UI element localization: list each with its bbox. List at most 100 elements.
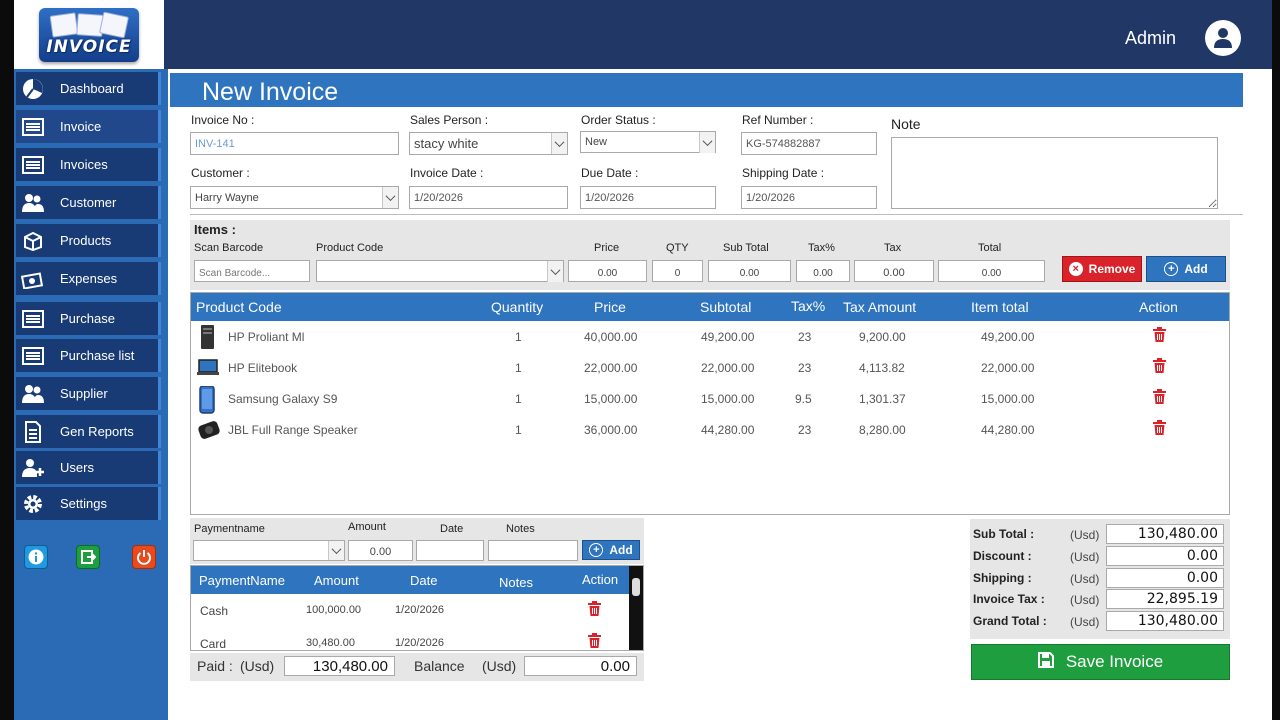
invoice-tax-value[interactable]: 22,895.19 [1106, 589, 1224, 609]
discount-value[interactable]: 0.00 [1106, 546, 1224, 566]
totals-label: Shipping : [973, 571, 1032, 585]
taxpct-input[interactable] [796, 260, 850, 282]
add-payment-label: Add [609, 543, 633, 557]
sidebar-item-expenses[interactable]: Expenses [16, 262, 161, 295]
sidebar-item-gen-reports[interactable]: Gen Reports [16, 415, 161, 448]
scrollbar-thumb[interactable] [632, 578, 640, 596]
sidebar-item-supplier[interactable]: Supplier [16, 377, 161, 410]
section-divider [190, 214, 1243, 215]
item-qty: 1 [515, 423, 522, 437]
chevron-down-icon[interactable] [699, 131, 715, 153]
sidebar-item-products[interactable]: Products [16, 224, 161, 257]
sidebar-item-users[interactable]: Users [16, 451, 161, 484]
tax-input[interactable] [854, 260, 934, 282]
chevron-down-icon[interactable] [382, 187, 398, 208]
logout-icon[interactable] [76, 545, 100, 569]
sidebar-item-dashboard[interactable]: Dashboard [16, 72, 161, 105]
paid-currency: (Usd) [240, 658, 275, 674]
sidebar-item-invoices[interactable]: Invoices [16, 148, 161, 181]
subtotal-input[interactable] [708, 260, 791, 282]
balance-value[interactable]: 0.00 [524, 656, 637, 676]
chevron-down-icon[interactable] [547, 260, 563, 282]
price-input[interactable] [568, 260, 647, 282]
trash-icon[interactable] [588, 633, 601, 650]
invoice-date-field[interactable] [409, 186, 568, 209]
info-icon[interactable] [24, 545, 48, 569]
table-row[interactable]: Card 30,480.00 1/20/2026 [191, 628, 627, 650]
table-row[interactable]: HP Elitebook 1 22,000.00 22,000.00 23 4,… [191, 352, 1229, 383]
table-row[interactable]: HP Proliant Ml 1 40,000.00 49,200.00 23 … [191, 321, 1229, 352]
product-code-select[interactable] [316, 260, 564, 282]
totals-row: Sub Total : (Usd) 130,480.00 [970, 524, 1230, 546]
item-total: 44,280.00 [981, 423, 1035, 437]
payment-amount-label: Amount [348, 521, 386, 533]
chevron-down-icon[interactable] [551, 133, 567, 154]
due-date-label: Due Date : [581, 166, 639, 180]
item-total: 22,000.00 [981, 361, 1035, 375]
shipping-date-field[interactable] [741, 186, 877, 209]
invoice-no-label: Invoice No : [191, 113, 255, 127]
admin-name[interactable]: Admin [1125, 28, 1176, 49]
subtotal-value[interactable]: 130,480.00 [1106, 524, 1224, 544]
sidebar-item-settings[interactable]: Settings [16, 487, 161, 520]
payments-scrollbar[interactable] [629, 566, 643, 650]
table-row[interactable]: JBL Full Range Speaker 1 36,000.00 44,28… [191, 414, 1229, 445]
totals-panel: Sub Total : (Usd) 130,480.00 Discount : … [970, 519, 1230, 639]
sidebar-item-purchase-list[interactable]: Purchase list [16, 339, 161, 372]
sidebar-item-label: Customer [60, 195, 117, 210]
trash-icon[interactable] [588, 601, 601, 619]
order-status-select[interactable]: New [580, 131, 716, 153]
save-invoice-button[interactable]: Save Invoice [971, 644, 1230, 680]
invoice-date-label: Invoice Date : [410, 166, 484, 180]
item-taxpct: 23 [798, 361, 812, 375]
table-row[interactable]: Samsung Galaxy S9 1 15,000.00 15,000.00 … [191, 383, 1229, 414]
table-row[interactable]: Cash 100,000.00 1/20/2026 [191, 594, 627, 628]
shipping-value[interactable]: 0.00 [1106, 568, 1224, 588]
due-date-field[interactable] [580, 186, 716, 209]
sidebar-item-invoice[interactable]: Invoice [16, 110, 161, 143]
phone-icon [196, 385, 218, 414]
payment-date-input[interactable] [416, 540, 484, 561]
column-header: Product Code [196, 299, 282, 315]
payment-notes-input[interactable] [488, 540, 578, 561]
add-item-button[interactable]: + Add [1146, 256, 1226, 282]
paid-value[interactable]: 130,480.00 [284, 656, 395, 676]
user-avatar-icon[interactable] [1205, 20, 1241, 56]
sidebar-item-customer[interactable]: Customer [16, 186, 161, 219]
dashboard-icon [20, 78, 46, 100]
remove-button[interactable]: × Remove [1062, 256, 1142, 282]
customer-select[interactable]: Harry Wayne [190, 186, 399, 209]
payment-amount: 100,000.00 [306, 604, 362, 616]
sidebar-item-purchase[interactable]: Purchase [16, 302, 161, 335]
totals-row: Invoice Tax : (Usd) 22,895.19 [970, 589, 1230, 611]
trash-icon[interactable] [1153, 420, 1166, 438]
chevron-down-icon[interactable] [328, 541, 344, 560]
payment-name-select[interactable] [193, 540, 345, 561]
page-title: New Invoice [202, 78, 339, 106]
product-name: JBL Full Range Speaker [228, 423, 358, 437]
qty-input[interactable] [652, 260, 703, 282]
trash-icon[interactable] [1153, 358, 1166, 376]
app-window: INVOICE Admin Dashboard Invoice Invoices… [14, 0, 1272, 720]
item-tax: 1,301.37 [859, 392, 906, 406]
add-payment-button[interactable]: + Add [582, 540, 640, 560]
payment-amount-input[interactable] [348, 540, 413, 561]
trash-icon[interactable] [1153, 389, 1166, 407]
ref-number-field[interactable] [741, 132, 877, 155]
payments-table: PaymentName Amount Date Notes Action Cas… [190, 565, 644, 651]
invoice-no-field[interactable] [190, 132, 399, 155]
items-table: Product Code Quantity Price Subtotal Tax… [190, 292, 1230, 515]
sales-person-select[interactable]: stacy white [409, 132, 568, 155]
paid-balance-bar: Paid : (Usd) 130,480.00 Balance (Usd) 0.… [190, 653, 644, 681]
trash-icon[interactable] [1153, 327, 1166, 345]
column-header: Action [582, 572, 619, 587]
product-name: HP Elitebook [228, 361, 298, 375]
note-field[interactable] [891, 137, 1218, 209]
power-icon[interactable] [132, 545, 156, 569]
item-price: 22,000.00 [584, 361, 638, 375]
total-input[interactable] [938, 260, 1045, 282]
scan-barcode-input[interactable] [194, 260, 310, 282]
sidebar-actions [24, 545, 159, 571]
grand-total-value[interactable]: 130,480.00 [1106, 611, 1224, 631]
column-header: Notes [499, 575, 533, 590]
